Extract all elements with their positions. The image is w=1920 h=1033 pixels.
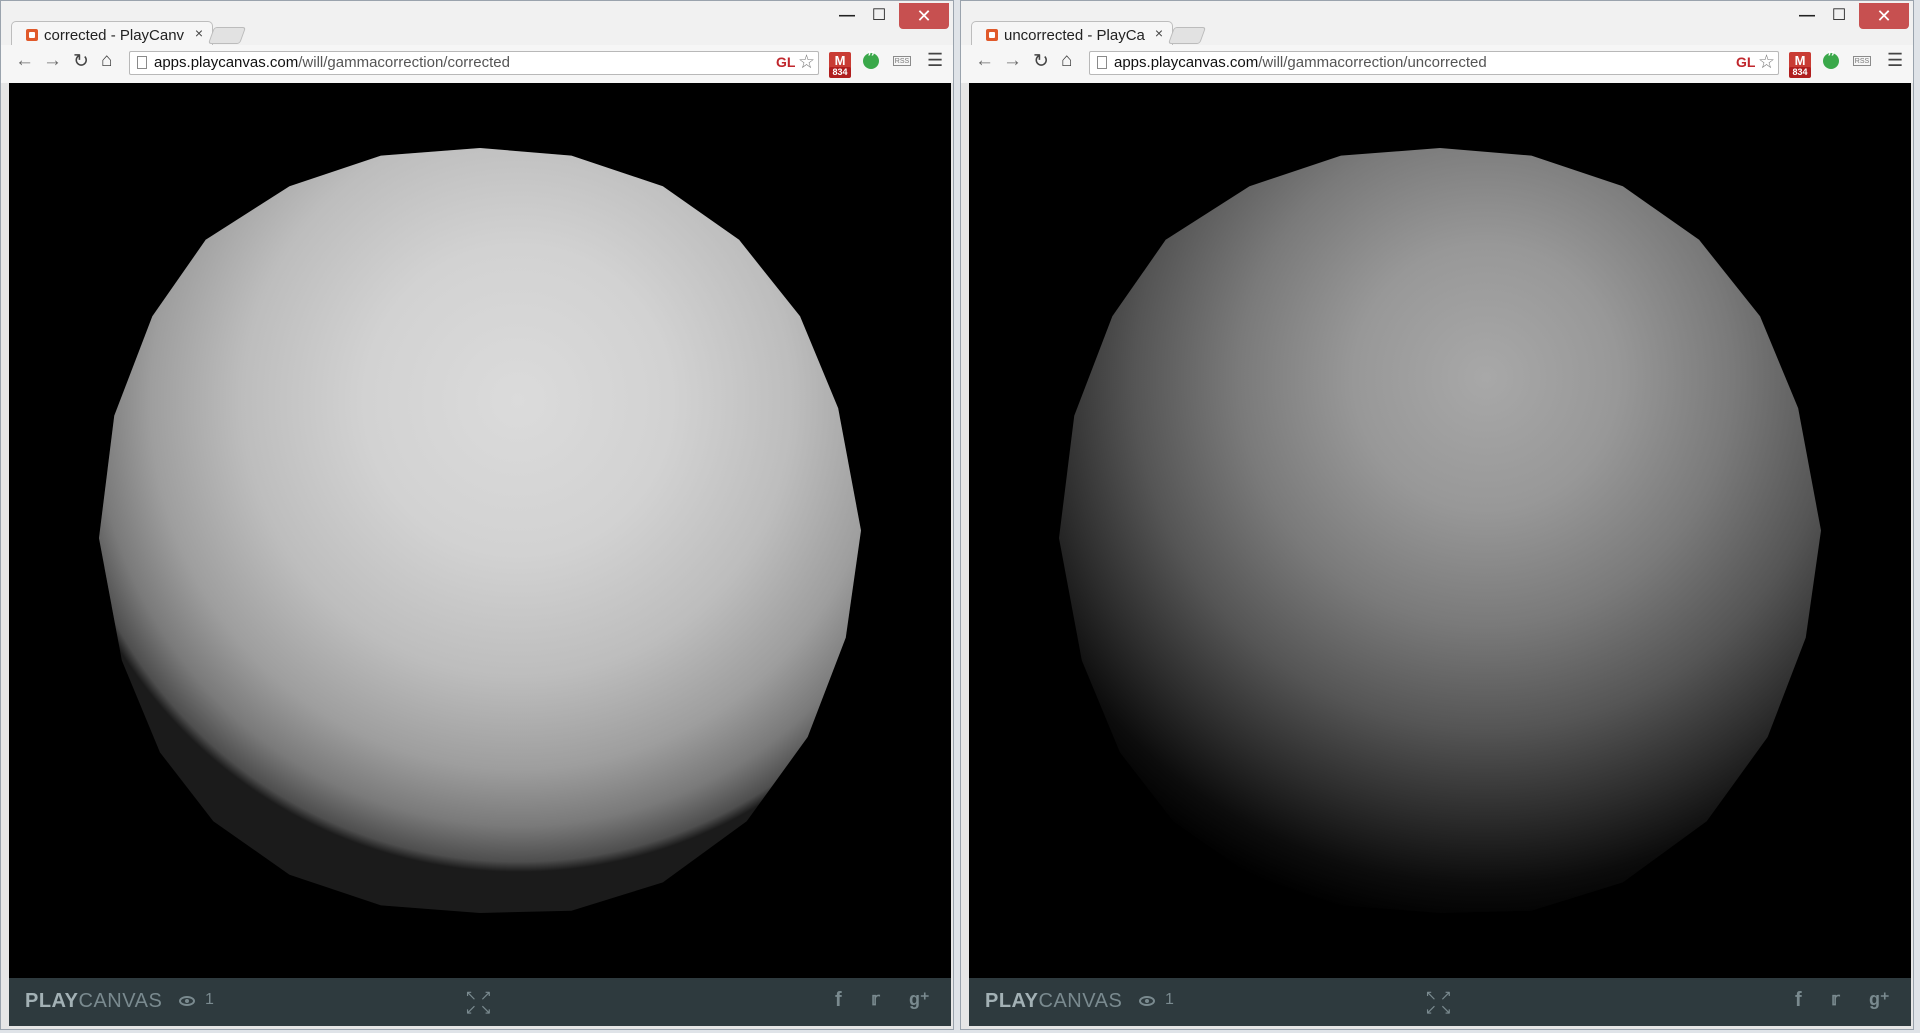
tab-corrected[interactable]: corrected - PlayCanv × <box>11 21 213 47</box>
menu-icon[interactable]: ☰ <box>1887 50 1903 71</box>
back-arrow-icon[interactable]: ← <box>975 50 994 72</box>
bookmark-star-icon[interactable]: ☆ <box>1758 51 1775 74</box>
tab-title: uncorrected - PlayCa <box>1004 27 1145 44</box>
back-arrow-icon[interactable]: ← <box>15 50 34 72</box>
new-tab-button[interactable] <box>207 27 247 44</box>
forward-arrow-icon[interactable]: → <box>1003 50 1022 72</box>
browser-window-uncorrected: uncorrected - PlayCa × — ☐ ✕ ← → ↻ ⌂ app… <box>960 0 1914 1030</box>
fullscreen-icon[interactable]: ↖ ↗ ↙ ↘ <box>1425 988 1453 1016</box>
close-window-button[interactable]: ✕ <box>1859 3 1909 29</box>
facebook-icon[interactable]: f <box>835 989 842 1012</box>
webgl-canvas[interactable] <box>9 83 951 978</box>
playcanvas-bar: PLAYCANVAS 1 ↖ ↗ ↙ ↘ f 𝕣 g⁺ <box>9 978 951 1026</box>
fullscreen-icon[interactable]: ↖ ↗ ↙ ↘ <box>465 988 493 1016</box>
tab-close-icon[interactable]: × <box>195 25 203 41</box>
minimize-button[interactable]: — <box>1793 3 1821 29</box>
address-bar[interactable]: apps.playcanvas.com/will/gammacorrection… <box>129 51 819 75</box>
tab-close-icon[interactable]: × <box>1155 25 1163 41</box>
address-bar[interactable]: apps.playcanvas.com/will/gammacorrection… <box>1089 51 1779 75</box>
viewer-count: 1 <box>1165 991 1174 1008</box>
bookmark-star-icon[interactable]: ☆ <box>798 51 815 74</box>
tab-strip: corrected - PlayCanv × — ☐ ✕ <box>1 1 953 47</box>
url-text: apps.playcanvas.com/will/gammacorrection… <box>154 54 510 71</box>
menu-icon[interactable]: ☰ <box>927 50 943 71</box>
hangouts-extension-icon[interactable] <box>863 49 879 69</box>
twitter-icon[interactable]: 𝕣 <box>871 989 880 1010</box>
tab-uncorrected[interactable]: uncorrected - PlayCa × <box>971 21 1173 47</box>
facebook-icon[interactable]: f <box>1795 989 1802 1012</box>
url-text: apps.playcanvas.com/will/gammacorrection… <box>1114 54 1487 71</box>
close-window-button[interactable]: ✕ <box>899 3 949 29</box>
playcanvas-logo[interactable]: PLAYCANVAS <box>25 990 162 1013</box>
google-plus-icon[interactable]: g⁺ <box>1869 989 1890 1010</box>
playcanvas-logo[interactable]: PLAYCANVAS <box>985 990 1122 1013</box>
twitter-icon[interactable]: 𝕣 <box>1831 989 1840 1010</box>
tab-strip: uncorrected - PlayCa × — ☐ ✕ <box>961 1 1913 47</box>
browser-toolbar: ← → ↻ ⌂ apps.playcanvas.com/will/gammaco… <box>961 45 1913 83</box>
page-icon <box>137 56 147 69</box>
google-plus-icon[interactable]: g⁺ <box>909 989 930 1010</box>
viewers-eye-icon <box>179 996 195 1006</box>
maximize-button[interactable]: ☐ <box>1825 3 1853 29</box>
browser-toolbar: ← → ↻ ⌂ apps.playcanvas.com/will/gammaco… <box>1 45 953 83</box>
tab-title: corrected - PlayCanv <box>44 27 185 44</box>
gmail-unread-badge: 834 <box>1789 67 1811 78</box>
rss-extension-icon[interactable]: RSS <box>1853 56 1871 66</box>
webgl-indicator[interactable]: GL <box>1736 54 1755 70</box>
playcanvas-bar: PLAYCANVAS 1 ↖ ↗ ↙ ↘ f 𝕣 g⁺ <box>969 978 1911 1026</box>
reload-icon[interactable]: ↻ <box>1033 50 1049 73</box>
new-tab-button[interactable] <box>1167 27 1207 44</box>
reload-icon[interactable]: ↻ <box>73 50 89 73</box>
maximize-button[interactable]: ☐ <box>865 3 893 29</box>
shaded-sphere <box>99 148 861 913</box>
home-icon[interactable]: ⌂ <box>101 50 112 72</box>
playcanvas-favicon-icon <box>986 29 998 41</box>
webgl-canvas[interactable] <box>969 83 1911 978</box>
home-icon[interactable]: ⌂ <box>1061 50 1072 72</box>
shaded-sphere <box>1059 148 1821 913</box>
rss-extension-icon[interactable]: RSS <box>893 56 911 66</box>
page-icon <box>1097 56 1107 69</box>
viewer-count: 1 <box>205 991 214 1008</box>
playcanvas-favicon-icon <box>26 29 38 41</box>
browser-window-corrected: corrected - PlayCanv × — ☐ ✕ ← → ↻ ⌂ app… <box>0 0 954 1030</box>
viewers-eye-icon <box>1139 996 1155 1006</box>
gmail-unread-badge: 834 <box>829 67 851 78</box>
forward-arrow-icon[interactable]: → <box>43 50 62 72</box>
hangouts-extension-icon[interactable] <box>1823 49 1839 69</box>
minimize-button[interactable]: — <box>833 3 861 29</box>
webgl-indicator[interactable]: GL <box>776 54 795 70</box>
